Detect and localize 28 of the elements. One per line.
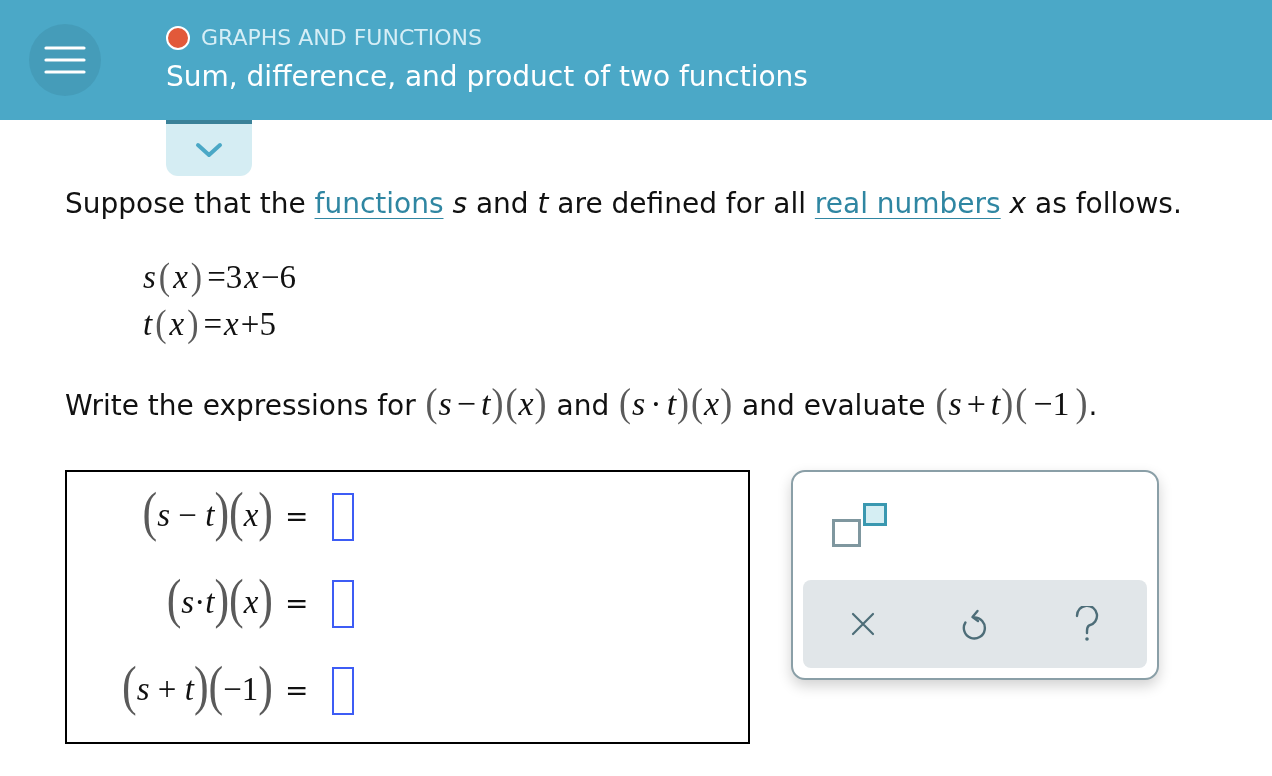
close-icon	[850, 612, 875, 636]
chevron-down-icon	[195, 142, 223, 158]
question-mark-icon	[1075, 606, 1100, 642]
equals-sign: =	[285, 674, 309, 707]
answer-box[interactable]	[332, 666, 355, 715]
answer-box[interactable]	[332, 579, 355, 628]
undo-icon	[962, 608, 988, 640]
expand-toggle[interactable]	[166, 120, 252, 176]
instruction-text: Write the expressions for (s−t)(x) and (s·t)(x) and evaluate (s+t)(−1).	[65, 380, 1098, 427]
math-expression: (s + t)(−1)	[122, 661, 273, 718]
function-definition: t(x)=x+5	[143, 301, 277, 346]
term-link[interactable]: functions	[314, 187, 444, 220]
help-button[interactable]	[1075, 606, 1100, 642]
clear-button[interactable]	[850, 612, 875, 636]
term-link[interactable]: real numbers	[814, 187, 1001, 220]
superscript-boxes-icon	[832, 503, 887, 547]
topic-label: GRAPHS AND FUNCTIONS	[201, 24, 482, 52]
superscript-template-button[interactable]	[832, 503, 887, 547]
math-expression: (s·t)(x)	[166, 574, 273, 631]
math-expression: (s − t)(x)	[142, 487, 273, 544]
problem-statement: Suppose that the functions s and t are defined for all real numbers x as follows.	[65, 186, 1182, 222]
menu-icon	[44, 45, 86, 75]
function-definition: s(x)=3x−6	[143, 254, 298, 299]
answer-box[interactable]	[332, 492, 355, 541]
equals-sign: =	[285, 587, 309, 620]
equals-sign: =	[285, 500, 309, 533]
lesson-title: Sum, difference, and product of two functions	[166, 59, 808, 95]
undo-button[interactable]	[962, 608, 988, 640]
